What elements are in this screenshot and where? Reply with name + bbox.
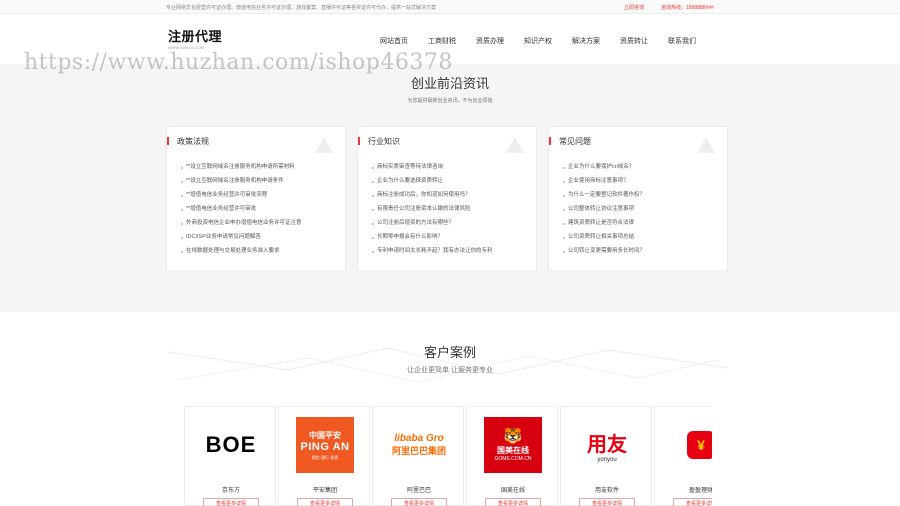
nav-solutions[interactable]: 解决方案 [572,36,600,46]
news-item[interactable]: 建筑资质转让是否符合法律 [563,220,645,234]
logo-text: 注册代理 [168,29,223,44]
boe-logo-icon: BOE [205,432,257,457]
alibaba-logo-icon: libaba Gro 阿里巴巴集团 [391,433,446,456]
view-case-button[interactable]: 查看更多详情 [579,498,635,506]
client-card-yingying[interactable]: ¥ 盈盈理财 查看更多详情 [654,406,712,506]
news-item[interactable]: **增值电信业务经营许可审批流程 [181,192,302,206]
news-item[interactable]: 外商投资电信企业申办增值电信业务许可证注意 [181,220,302,234]
topbar-tagline: 专业网络文化经营许可证办理、增值电信业务许可证办理、游戏备案、直播许可证等各资证… [166,5,437,11]
pingan-logo-icon: 中国平安 PING AN 保险·银行·投资 [296,417,354,473]
news-card-faq: 常见问题 企业为什么要保护cn域名？ 企业使用商标注意事项？ 为什么一定要登记软… [548,126,728,271]
view-case-button[interactable]: 查看更多详情 [391,498,447,506]
news-item[interactable]: IDC/ISP业务申请常见问题解答 [181,234,302,248]
client-card-pingan[interactable]: 中国平安 PING AN 保险·银行·投资 平安集团 查看更多详情 [278,406,370,506]
news-item[interactable]: 企业为什么要保护cn域名？ [563,164,645,178]
news-item[interactable]: 公司注册后增资的方法有哪些？ [372,220,493,234]
news-item[interactable]: 公司转让变更需要用多长时间？ [563,248,645,262]
news-item[interactable]: 在线数据处理与交易处理业务准入要求 [181,248,302,262]
news-item[interactable]: 企业使用商标注意事项？ [563,178,645,192]
news-item[interactable]: 为什么一定要登记软件著作权？ [563,192,645,206]
news-item[interactable]: 商标注册成功后，你知道如何使用吗？ [372,192,493,206]
client-card-boe[interactable]: BOE 京东方 查看更多详情 [184,406,276,506]
nav-contact[interactable]: 联系我们 [668,36,696,46]
cases-title: 客户案例 [423,345,476,360]
yonyou-logo-icon: 用友 yonyou [587,433,627,463]
news-card-industry: 行业知识 商标实质审查等待法律咨询 企业为什么要选择资质转让 商标注册成功后，你… [357,126,537,271]
gome-logo-icon: 🐯 国美在线 GOME.COM.CN [484,417,542,473]
client-name: 国美在线 [500,488,525,494]
news-item[interactable]: **增值电信业务经营许可审批 [181,206,302,220]
main-nav: 网站首页 工商财税 资质办理 知识产权 解决方案 资质转让 联系我们 [380,36,716,46]
news-item[interactable]: 商标实质审查等待法律咨询 [372,164,493,178]
news-card-policy: 政策法规 **设立互联网域名注册服务机构申请所需材料 **设立互联网域名注册服务… [166,126,346,271]
triangle-decoration-icon [697,137,715,153]
cases-subtitle: 让企业更简单 让服务更专业 [407,367,493,374]
yingying-logo-icon: ¥ [672,417,712,473]
news-list: 企业为什么要保护cn域名？ 企业使用商标注意事项？ 为什么一定要登记软件著作权？… [563,164,645,262]
view-case-button[interactable]: 查看更多详情 [297,498,353,506]
nav-transfer[interactable]: 资质转让 [620,36,648,46]
card-heading: 常见问题 [549,137,591,146]
view-case-button[interactable]: 查看更多详情 [673,498,712,506]
view-case-button[interactable]: 查看更多详情 [485,498,541,506]
hotline-text: 咨询热线：1998888### [661,5,714,11]
news-item[interactable]: 有限责任公司注册资本认缴的法律风险 [372,206,493,220]
news-list: 商标实质审查等待法律咨询 企业为什么要选择资质转让 商标注册成功后，你知道如何使… [372,164,493,262]
client-name: 盈盈理财 [688,488,712,494]
nav-qualification[interactable]: 资质办理 [476,36,504,46]
client-name: 京东方 [221,488,240,494]
client-card-alibaba[interactable]: libaba Gro 阿里巴巴集团 阿里巴巴 查看更多详情 [372,406,464,506]
client-name: 用友软件 [594,488,619,494]
news-item[interactable]: 专利申请时间太长耗不起？我有办法让你的专利 [372,248,493,262]
top-info-bar: 专业网络文化经营许可证办理、增值电信业务许可证办理、游戏备案、直播许可证等各资证… [0,0,900,14]
consult-link[interactable]: 立即咨询 [624,4,644,11]
client-name: 平安集团 [312,488,337,494]
watermark-text: https://www.huzhan.com/ishop46378 [24,50,453,75]
nav-ip[interactable]: 知识产权 [524,36,552,46]
client-card-gome[interactable]: 🐯 国美在线 GOME.COM.CN 国美在线 查看更多详情 [466,406,558,506]
news-title: 创业前沿资讯 [410,76,489,91]
news-item[interactable]: **设立互联网域名注册服务机构申请所需材料 [181,164,302,178]
nav-home[interactable]: 网站首页 [380,36,408,46]
site-logo[interactable]: 注册代理 WWW.XXXXX.COM [168,29,223,51]
view-case-button[interactable]: 查看更多详情 [203,498,259,506]
news-item[interactable]: 公司资质转让相关事项总结 [563,234,645,248]
news-item[interactable]: **设立互联网域名注册服务机构申请条件 [181,178,302,192]
nav-business-tax[interactable]: 工商财税 [428,36,456,46]
client-logo-carousel[interactable]: BOE 京东方 查看更多详情 中国平安 PING AN 保险·银行·投资 平安集… [184,406,712,506]
news-list: **设立互联网域名注册服务机构申请所需材料 **设立互联网域名注册服务机构申请条… [181,164,302,262]
client-card-yonyou[interactable]: 用友 yonyou 用友软件 查看更多详情 [560,406,652,506]
triangle-decoration-icon [315,137,333,153]
card-heading: 行业知识 [358,137,400,146]
triangle-decoration-icon [506,137,524,153]
card-heading: 政策法规 [167,137,209,146]
news-subtitle: 为您提供最新创业资讯，不为创业烦恼 [407,98,493,104]
news-item[interactable]: 长期零申报会有什么影响？ [372,234,493,248]
client-name: 阿里巴巴 [406,488,431,494]
news-item[interactable]: 公司整体转让协议注意事项 [563,206,645,220]
news-item[interactable]: 企业为什么要选择资质转让 [372,178,493,192]
